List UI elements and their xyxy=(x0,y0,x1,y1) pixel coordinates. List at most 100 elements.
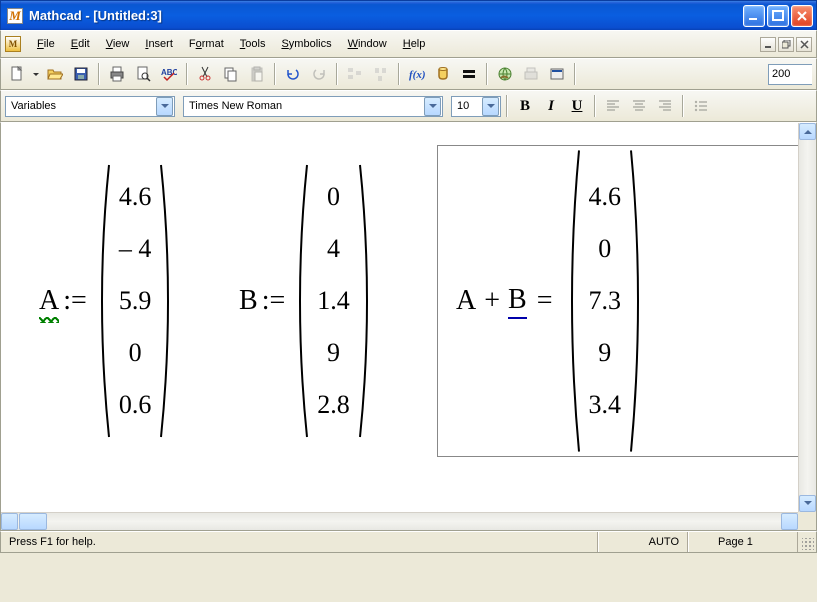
new-dropdown[interactable] xyxy=(31,62,41,86)
open-button[interactable] xyxy=(43,62,67,86)
status-auto: AUTO xyxy=(598,532,688,552)
math-region-B[interactable]: B := 0 4 1.4 9 2.8 xyxy=(239,161,376,441)
vec-R-1: 0 xyxy=(598,234,611,264)
vertical-scrollbar[interactable] xyxy=(798,123,816,512)
status-help: Press F1 for help. xyxy=(1,532,598,552)
menu-tools[interactable]: Tools xyxy=(232,35,274,53)
menu-insert[interactable]: Insert xyxy=(137,35,181,53)
right-paren-icon xyxy=(356,161,376,441)
align-down-button[interactable] xyxy=(369,62,393,86)
app-icon: M xyxy=(7,8,23,24)
window-title: Mathcad - [Untitled:3] xyxy=(29,8,743,23)
menu-window[interactable]: Window xyxy=(340,35,395,53)
component-button[interactable] xyxy=(519,62,543,86)
scroll-thumb[interactable] xyxy=(19,513,47,530)
standard-toolbar: ABC f(x) 200 xyxy=(0,58,817,90)
font-combo[interactable]: Times New Roman xyxy=(183,96,443,117)
menu-view[interactable]: View xyxy=(98,35,138,53)
right-paren-icon xyxy=(157,161,177,441)
left-paren-icon xyxy=(563,146,583,456)
align-left-button[interactable] xyxy=(601,95,625,117)
insert-unit-button[interactable] xyxy=(431,62,455,86)
variable-B: B xyxy=(239,285,258,317)
assign-operator-B: := xyxy=(262,285,286,317)
italic-button[interactable]: I xyxy=(539,95,563,117)
style-dropdown-icon[interactable] xyxy=(156,97,173,116)
print-preview-button[interactable] xyxy=(131,62,155,86)
vec-B-3: 9 xyxy=(327,338,340,368)
math-region-A[interactable]: A := 4.6 – 4 5.9 0 0.6 xyxy=(39,161,177,441)
vec-A-1: – 4 xyxy=(119,234,152,264)
mdi-close-button[interactable] xyxy=(796,37,812,52)
mdi-minimize-button[interactable] xyxy=(760,37,776,52)
scroll-up-button[interactable] xyxy=(799,123,816,140)
vec-B-0: 0 xyxy=(327,182,340,212)
menu-symbolics[interactable]: Symbolics xyxy=(273,35,339,53)
bullets-button[interactable] xyxy=(689,95,713,117)
scroll-left-button[interactable] xyxy=(1,513,18,530)
align-right-button[interactable] xyxy=(653,95,677,117)
minimize-button[interactable] xyxy=(743,5,765,27)
mdi-restore-button[interactable] xyxy=(778,37,794,52)
cut-button[interactable] xyxy=(193,62,217,86)
insert-component-button[interactable] xyxy=(545,62,569,86)
menu-format[interactable]: Format xyxy=(181,35,232,53)
scroll-down-button[interactable] xyxy=(799,495,816,512)
font-value: Times New Roman xyxy=(189,100,421,112)
close-button[interactable] xyxy=(791,5,813,27)
vec-R-3: 9 xyxy=(598,338,611,368)
window-titlebar: M Mathcad - [Untitled:3] xyxy=(0,0,817,30)
fontsize-dropdown-icon[interactable] xyxy=(482,97,499,116)
style-value: Variables xyxy=(11,100,153,112)
fontsize-combo[interactable]: 10 xyxy=(451,96,501,117)
insert-hyperlink-button[interactable] xyxy=(493,62,517,86)
copy-button[interactable] xyxy=(219,62,243,86)
undo-button[interactable] xyxy=(281,62,305,86)
svg-text:f(x): f(x) xyxy=(409,69,425,81)
resize-grip[interactable] xyxy=(798,532,816,552)
vec-A-0: 4.6 xyxy=(119,182,152,212)
workspace: A := 4.6 – 4 5.9 0 0.6 B := 0 4 1.4 9 2.… xyxy=(0,122,817,531)
menu-file[interactable]: File xyxy=(29,35,63,53)
menu-bar: M File Edit View Insert Format Tools Sym… xyxy=(0,30,817,58)
math-region-result[interactable]: A + B = 4.6 0 7.3 9 3.4 xyxy=(437,145,798,457)
new-button[interactable] xyxy=(5,62,29,86)
equals-operator: = xyxy=(537,285,553,317)
scroll-right-button[interactable] xyxy=(781,513,798,530)
paste-button[interactable] xyxy=(245,62,269,86)
zoom-combo[interactable]: 200 xyxy=(768,64,812,85)
plus-operator: + xyxy=(484,285,500,317)
align-region-button[interactable] xyxy=(343,62,367,86)
font-dropdown-icon[interactable] xyxy=(424,97,441,116)
horizontal-scrollbar[interactable] xyxy=(1,512,798,530)
align-center-button[interactable] xyxy=(627,95,651,117)
vec-A-3: 0 xyxy=(129,338,142,368)
insert-function-button[interactable]: f(x) xyxy=(405,62,429,86)
scroll-corner xyxy=(798,512,816,530)
redo-button[interactable] xyxy=(307,62,331,86)
save-button[interactable] xyxy=(69,62,93,86)
document-area[interactable]: A := 4.6 – 4 5.9 0 0.6 B := 0 4 1.4 9 2.… xyxy=(1,123,798,512)
menu-edit[interactable]: Edit xyxy=(63,35,98,53)
calculate-button[interactable] xyxy=(457,62,481,86)
vec-R-2: 7.3 xyxy=(589,286,622,316)
vector-result: 4.6 0 7.3 9 3.4 xyxy=(583,161,628,441)
print-button[interactable] xyxy=(105,62,129,86)
assign-operator: := xyxy=(63,285,87,317)
expr-B: B xyxy=(508,284,527,319)
vector-A: 4.6 – 4 5.9 0 0.6 xyxy=(113,161,158,441)
vec-R-0: 4.6 xyxy=(589,182,622,212)
vec-A-4: 0.6 xyxy=(119,390,152,420)
expr-A: A xyxy=(456,285,476,317)
doc-icon[interactable]: M xyxy=(5,36,21,52)
spellcheck-button[interactable]: ABC xyxy=(157,62,181,86)
menu-help[interactable]: Help xyxy=(395,35,434,53)
status-page: Page 1 xyxy=(688,532,798,552)
underline-button[interactable]: U xyxy=(565,95,589,117)
style-combo[interactable]: Variables xyxy=(5,96,175,117)
vector-B: 0 4 1.4 9 2.8 xyxy=(311,161,356,441)
maximize-button[interactable] xyxy=(767,5,789,27)
status-bar: Press F1 for help. AUTO Page 1 xyxy=(0,531,817,553)
left-paren-icon xyxy=(93,161,113,441)
bold-button[interactable]: B xyxy=(513,95,537,117)
